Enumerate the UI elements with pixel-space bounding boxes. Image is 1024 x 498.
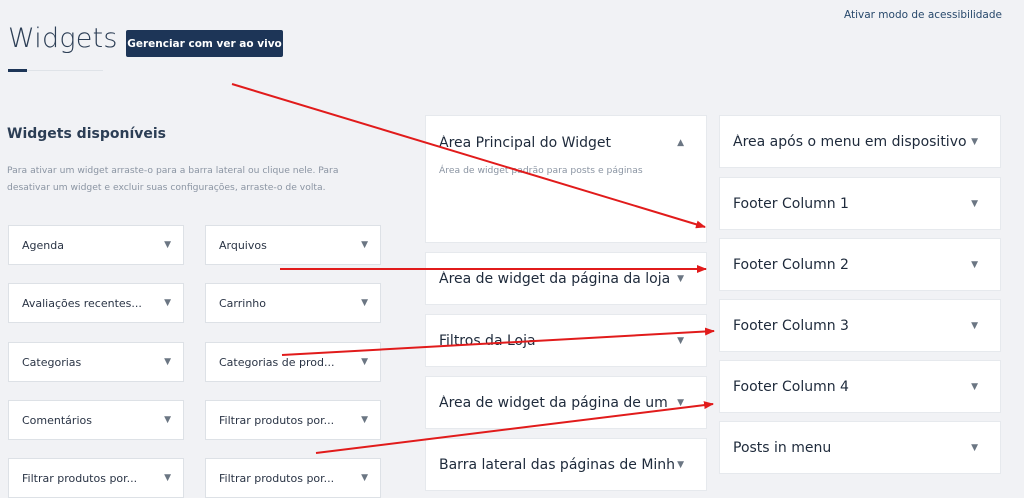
sidebar-posts-in-menu[interactable]: Posts in menu ▼ — [719, 421, 1001, 474]
widget-item-label: Avaliações recentes... — [22, 296, 142, 310]
sidebar-name: Filtros da Loja — [439, 332, 536, 349]
widget-item-categorias[interactable]: Categorias ▼ — [8, 342, 184, 382]
widget-item-label: Arquivos — [219, 238, 267, 252]
widget-item-filtrar-produtos-2[interactable]: Filtrar produtos por... ▼ — [8, 458, 184, 498]
chevron-down-icon[interactable]: ▼ — [971, 382, 978, 392]
sidebar-name: Footer Column 1 — [733, 195, 849, 212]
sidebar-name: Footer Column 2 — [733, 256, 849, 273]
sidebar-header[interactable]: Footer Column 4 ▼ — [720, 361, 1000, 412]
sidebar-header[interactable]: Filtros da Loja ▼ — [426, 315, 706, 366]
sidebar-header[interactable]: Barra lateral das páginas de Minh ▼ — [426, 439, 706, 490]
manage-live-button[interactable]: Gerenciar com ver ao vivo — [126, 30, 283, 57]
sidebar-header[interactable]: Footer Column 3 ▼ — [720, 300, 1000, 351]
sidebar-area-principal[interactable]: Área Principal do Widget ▲ Área de widge… — [425, 115, 707, 243]
widget-item-comentarios[interactable]: Comentários ▼ — [8, 400, 184, 440]
sidebar-barra-lateral-minha-conta[interactable]: Barra lateral das páginas de Minh ▼ — [425, 438, 707, 491]
chevron-down-icon[interactable]: ▼ — [677, 336, 684, 346]
chevron-down-icon[interactable]: ▼ — [164, 415, 171, 425]
widget-item-label: Carrinho — [219, 296, 267, 310]
sidebar-header[interactable]: Área após o menu em dispositivo ▼ — [720, 116, 1000, 167]
chevron-down-icon[interactable]: ▼ — [677, 398, 684, 408]
sidebar-name: Área de widget da página de um — [439, 394, 668, 411]
sidebar-description: Área de widget padrão para posts e págin… — [439, 165, 643, 176]
widget-item-label: Agenda — [22, 238, 64, 252]
chevron-down-icon[interactable]: ▼ — [971, 443, 978, 453]
sidebar-name: Área após o menu em dispositivo — [733, 133, 967, 150]
widget-item-carrinho[interactable]: Carrinho ▼ — [205, 283, 381, 323]
sidebar-footer-column-3[interactable]: Footer Column 3 ▼ — [719, 299, 1001, 352]
chevron-down-icon[interactable]: ▼ — [361, 240, 368, 250]
sidebar-name: Posts in menu — [733, 439, 832, 456]
widget-item-label: Filtrar produtos por... — [219, 471, 335, 485]
chevron-down-icon[interactable]: ▼ — [971, 199, 978, 209]
available-widgets-title: Widgets disponíveis — [7, 126, 166, 142]
widget-item-label: Categorias de prod... — [219, 355, 335, 369]
chevron-down-icon[interactable]: ▼ — [164, 473, 171, 483]
sidebar-header[interactable]: Posts in menu ▼ — [720, 422, 1000, 473]
widget-item-label: Filtrar produtos por... — [219, 413, 335, 427]
chevron-down-icon[interactable]: ▼ — [677, 460, 684, 470]
chevron-down-icon[interactable]: ▼ — [164, 357, 171, 367]
widget-item-avaliacoes[interactable]: Avaliações recentes... ▼ — [8, 283, 184, 323]
chevron-down-icon[interactable]: ▼ — [361, 415, 368, 425]
widget-item-label: Comentários — [22, 413, 92, 427]
widget-item-categorias-produtos[interactable]: Categorias de prod... ▼ — [205, 342, 381, 382]
tab-active-indicator — [8, 69, 27, 72]
sidebar-header[interactable]: Área de widget da página de um ▼ — [426, 377, 706, 428]
accessibility-mode-link[interactable]: Ativar modo de acessibilidade — [844, 9, 1002, 21]
widget-item-agenda[interactable]: Agenda ▼ — [8, 225, 184, 265]
sidebar-header[interactable]: Footer Column 1 ▼ — [720, 178, 1000, 229]
chevron-down-icon[interactable]: ▼ — [361, 473, 368, 483]
sidebar-footer-column-4[interactable]: Footer Column 4 ▼ — [719, 360, 1001, 413]
sidebar-footer-column-1[interactable]: Footer Column 1 ▼ — [719, 177, 1001, 230]
sidebar-area-pagina-loja[interactable]: Área de widget da página da loja ▼ — [425, 252, 707, 305]
page-title: Widgets — [8, 23, 118, 54]
chevron-down-icon[interactable]: ▼ — [164, 240, 171, 250]
widget-item-filtrar-produtos-1[interactable]: Filtrar produtos por... ▼ — [205, 400, 381, 440]
chevron-up-icon[interactable]: ▲ — [677, 138, 684, 148]
available-widgets-description: Para ativar um widget arraste-o para a b… — [7, 165, 339, 193]
widget-item-label: Filtrar produtos por... — [22, 471, 138, 485]
sidebar-name: Barra lateral das páginas de Minh — [439, 456, 676, 473]
chevron-down-icon[interactable]: ▼ — [971, 137, 978, 147]
chevron-down-icon[interactable]: ▼ — [677, 274, 684, 284]
sidebar-name: Footer Column 4 — [733, 378, 849, 395]
chevron-down-icon[interactable]: ▼ — [164, 298, 171, 308]
chevron-down-icon[interactable]: ▼ — [971, 260, 978, 270]
sidebar-header[interactable]: Área Principal do Widget ▲ — [426, 116, 706, 170]
sidebar-name: Área de widget da página da loja — [439, 270, 671, 287]
sidebar-footer-column-2[interactable]: Footer Column 2 ▼ — [719, 238, 1001, 291]
widget-item-arquivos[interactable]: Arquivos ▼ — [205, 225, 381, 265]
chevron-down-icon[interactable]: ▼ — [971, 321, 978, 331]
widget-item-filtrar-produtos-3[interactable]: Filtrar produtos por... ▼ — [205, 458, 381, 498]
sidebar-area-pagina-um[interactable]: Área de widget da página de um ▼ — [425, 376, 707, 429]
chevron-down-icon[interactable]: ▼ — [361, 357, 368, 367]
sidebar-name: Footer Column 3 — [733, 317, 849, 334]
chevron-down-icon[interactable]: ▼ — [361, 298, 368, 308]
widget-item-label: Categorias — [22, 355, 82, 369]
sidebar-header[interactable]: Footer Column 2 ▼ — [720, 239, 1000, 290]
sidebar-filtros-loja[interactable]: Filtros da Loja ▼ — [425, 314, 707, 367]
sidebar-area-apos-menu[interactable]: Área após o menu em dispositivo ▼ — [719, 115, 1001, 168]
sidebar-header[interactable]: Área de widget da página da loja ▼ — [426, 253, 706, 304]
sidebar-name: Área Principal do Widget — [439, 135, 611, 151]
